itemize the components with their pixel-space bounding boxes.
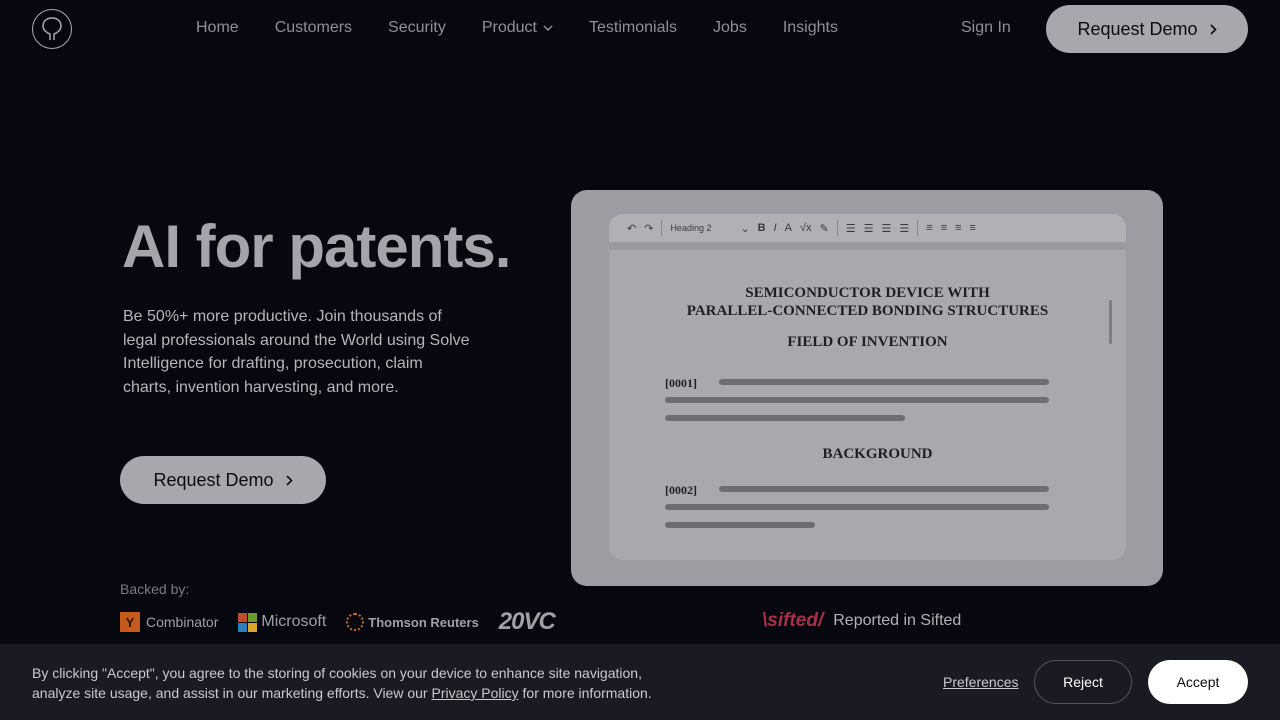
heading-style-select: Heading 2	[670, 223, 712, 233]
text-placeholder-line	[665, 415, 905, 421]
align-center-icon: ≡	[940, 222, 948, 234]
preferences-link[interactable]: Preferences	[943, 674, 1018, 690]
text-placeholder-line	[665, 504, 1049, 510]
toolbar-divider	[661, 220, 663, 236]
editor-mockup: ↶ ↷ Heading 2 ⌄ B I A √x ✎ ☰ ☰ ☰ ☰ ≡ ≡ ≡…	[571, 190, 1163, 586]
numbered-list-icon: ☰	[863, 222, 874, 235]
nav-links: Home Customers Security Product Testimon…	[196, 19, 874, 37]
backed-by-label: Backed by:	[120, 581, 190, 597]
bold-icon: B	[757, 222, 766, 234]
sifted-badge[interactable]: \sifted/ Reported in Sifted	[762, 610, 961, 632]
nav-jobs[interactable]: Jobs	[713, 19, 747, 37]
formula-icon: √x	[800, 222, 812, 234]
thomson-reuters-label: Thomson Reuters	[368, 614, 479, 630]
document-scrollbar	[1109, 300, 1112, 344]
cookie-text-after: for more information.	[518, 685, 652, 701]
indent-icon: ☰	[881, 222, 892, 235]
text-placeholder-line	[665, 522, 815, 528]
hero-subtitle: Be 50%+ more productive. Join thousands …	[123, 308, 470, 397]
text-placeholder-line	[719, 379, 1049, 385]
document-preview: ↶ ↷ Heading 2 ⌄ B I A √x ✎ ☰ ☰ ☰ ☰ ≡ ≡ ≡…	[609, 214, 1126, 560]
microsoft-icon	[238, 612, 258, 632]
request-demo-button-nav[interactable]: Request Demo	[1046, 5, 1248, 53]
privacy-policy-link[interactable]: Privacy Policy	[431, 685, 518, 701]
ycombinator-icon: Y	[120, 612, 140, 632]
paragraph-number: [0002]	[665, 483, 697, 497]
highlight-icon: ✎	[819, 222, 829, 235]
ycombinator-label: Combinator	[146, 614, 219, 630]
sifted-logo: \sifted/	[762, 610, 824, 631]
microsoft-logo: Microsoft	[238, 612, 327, 632]
sifted-text: Reported in Sifted	[833, 612, 962, 629]
thomson-reuters-logo: Thomson Reuters	[346, 613, 479, 631]
outdent-icon: ☰	[899, 222, 910, 235]
nav-customers[interactable]: Customers	[275, 19, 352, 37]
nav-product-label: Product	[481, 19, 537, 36]
document-page: SEMICONDUCTOR DEVICE WITH PARALLEL-CONNE…	[609, 250, 1126, 560]
text-placeholder-line	[719, 486, 1049, 492]
twentyvc-logo: 20VC	[498, 608, 556, 635]
document-title-line: PARALLEL-CONNECTED BONDING STRUCTURES	[686, 303, 1049, 319]
align-right-icon: ≡	[955, 222, 962, 234]
request-demo-label: Request Demo	[153, 469, 274, 490]
redo-icon: ↷	[644, 222, 654, 235]
ycombinator-logo: Y Combinator	[120, 612, 218, 632]
chevron-right-icon	[1209, 23, 1217, 35]
align-left-icon: ≡	[926, 222, 933, 234]
nav-insights[interactable]: Insights	[783, 19, 838, 37]
undo-icon: ↶	[627, 222, 637, 235]
request-demo-label: Request Demo	[1077, 18, 1198, 39]
text-placeholder-line	[665, 397, 1049, 403]
toolbar-divider	[917, 220, 919, 236]
chevron-right-icon	[285, 474, 293, 486]
accept-button[interactable]: Accept	[1148, 660, 1248, 704]
nav-product[interactable]: Product	[482, 19, 553, 37]
align-justify-icon: ≡	[969, 222, 976, 234]
nav-security[interactable]: Security	[388, 19, 446, 37]
top-nav: Home Customers Security Product Testimon…	[0, 0, 1280, 58]
document-title: SEMICONDUCTOR DEVICE WITH PARALLEL-CONNE…	[609, 284, 1126, 320]
chevron-down-icon	[543, 25, 553, 31]
section-heading-field: FIELD OF INVENTION	[787, 334, 948, 350]
section-heading-background: BACKGROUND	[822, 446, 933, 462]
hero-title: AI for patents.	[122, 213, 511, 280]
toolbar-divider	[836, 220, 838, 236]
cookie-banner: By clicking "Accept", you agree to the s…	[0, 644, 1280, 720]
cookie-message: By clicking "Accept", you agree to the s…	[32, 663, 672, 703]
list-icon: ☰	[845, 222, 856, 235]
italic-icon: I	[773, 222, 777, 234]
logo-icon[interactable]	[32, 9, 72, 49]
document-title-line: SEMICONDUCTOR DEVICE WITH	[745, 285, 990, 301]
reject-button[interactable]: Reject	[1034, 660, 1132, 704]
nav-home[interactable]: Home	[196, 19, 239, 37]
thomson-reuters-icon	[346, 613, 365, 631]
investor-logos: Y Combinator Microsoft Thomson Reuters 2…	[120, 608, 556, 635]
microsoft-label: Microsoft	[261, 613, 327, 630]
paragraph-number: [0001]	[665, 376, 697, 390]
nav-testimonials[interactable]: Testimonials	[589, 19, 677, 37]
sign-in-link[interactable]: Sign In	[961, 19, 1011, 37]
chevron-down-icon: ⌄	[740, 222, 750, 235]
text-color-icon: A	[784, 222, 793, 234]
editor-toolbar: ↶ ↷ Heading 2 ⌄ B I A √x ✎ ☰ ☰ ☰ ☰ ≡ ≡ ≡…	[609, 214, 1126, 250]
request-demo-button-hero[interactable]: Request Demo	[120, 456, 326, 504]
